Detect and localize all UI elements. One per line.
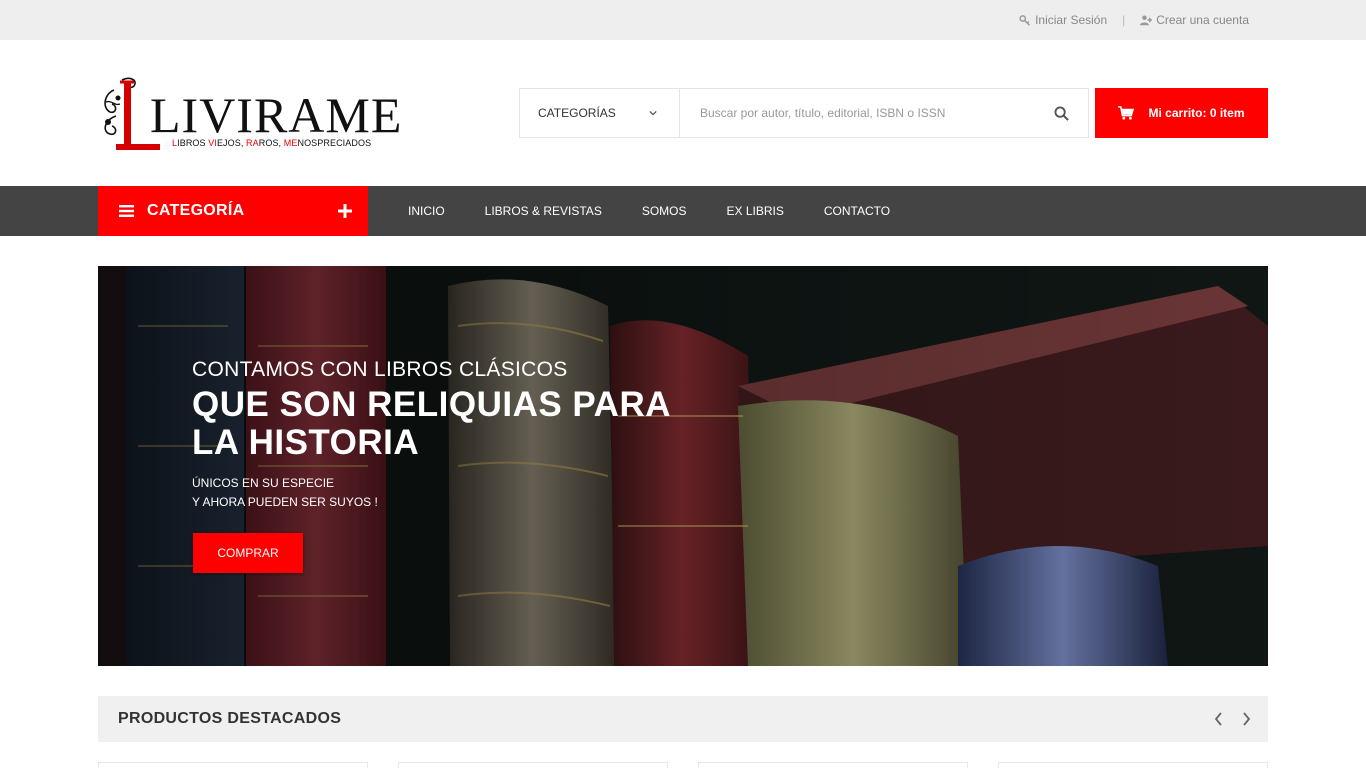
category-dropdown-label: CATEGORÍAS <box>538 106 616 120</box>
user-plus-icon <box>1140 15 1153 26</box>
plus-icon <box>338 204 352 218</box>
logo-wordmark: LIVIRAME <box>150 87 403 143</box>
category-menu-button[interactable]: CATEGORÍA <box>98 186 368 236</box>
nav-item-somos[interactable]: SOMOS <box>622 204 707 218</box>
carousel-next-button[interactable] <box>1238 711 1254 727</box>
product-card[interactable] <box>98 762 368 768</box>
cart-label: Mi carrito: 0 item <box>1148 106 1245 120</box>
login-link[interactable]: Iniciar Sesión <box>1019 13 1107 27</box>
nav-item-libros-revistas[interactable]: LIBROS & REVISTAS <box>465 204 622 218</box>
search-icon <box>1053 105 1069 121</box>
carousel-prev-button[interactable] <box>1210 711 1226 727</box>
product-card[interactable] <box>998 762 1268 768</box>
hero-subtitle: CONTAMOS CON LIBROS CLÁSICOS <box>192 358 568 381</box>
register-link[interactable]: Crear una cuenta <box>1140 13 1249 27</box>
chevron-down-icon <box>649 110 657 116</box>
search-button[interactable] <box>1034 89 1088 137</box>
cart-icon <box>1118 106 1135 120</box>
hero-banner: CONTAMOS CON LIBROS CLÁSICOS QUE SON REL… <box>98 266 1268 666</box>
search-input[interactable] <box>680 89 1034 137</box>
nav-item-inicio[interactable]: INICIO <box>388 204 465 218</box>
search-bar: CATEGORÍAS <box>519 88 1089 138</box>
logo-tagline: LIBROS VIEJOS, RAROS, MENOSPRECIADOS <box>172 138 372 148</box>
product-card[interactable] <box>698 762 968 768</box>
header: LIVIRAME LIBROS VIEJOS, RAROS, MENOSPREC… <box>0 40 1366 186</box>
key-icon <box>1019 15 1031 26</box>
category-menu-label: CATEGORÍA <box>147 202 245 219</box>
nav-item-contacto[interactable]: CONTACTO <box>804 204 910 218</box>
hero-description-line-1: ÚNICOS EN SU ESPECIE <box>192 476 335 490</box>
chevron-right-icon <box>1242 712 1250 726</box>
hero-title: QUE SON RELIQUIAS PARA LA HISTORIA <box>192 385 670 462</box>
category-dropdown[interactable]: CATEGORÍAS <box>520 89 680 137</box>
cart-button[interactable]: Mi carrito: 0 item <box>1095 88 1268 138</box>
featured-products-header: PRODUCTOS DESTACADOS <box>98 696 1268 742</box>
hamburger-icon <box>119 205 134 217</box>
hero-text: CONTAMOS CON LIBROS CLÁSICOS QUE SON REL… <box>192 358 712 512</box>
product-cards <box>98 762 1268 768</box>
divider: | <box>1122 13 1126 27</box>
nav-menu: INICIO LIBROS & REVISTAS SOMOS EX LIBRIS… <box>388 186 910 236</box>
carousel-controls <box>1210 696 1254 742</box>
nav-item-ex-libris[interactable]: EX LIBRIS <box>707 204 804 218</box>
hero-description: ÚNICOS EN SU ESPECIE Y AHORA PUEDEN SER … <box>192 474 712 512</box>
hero-description-line-2: Y AHORA PUEDEN SER SUYOS ! <box>192 495 378 509</box>
top-bar: Iniciar Sesión | Crear una cuenta <box>0 0 1366 40</box>
login-label: Iniciar Sesión <box>1035 13 1108 27</box>
main-nav: CATEGORÍA INICIO LIBROS & REVISTAS SOMOS… <box>0 186 1366 236</box>
section-title: PRODUCTOS DESTACADOS <box>118 710 342 727</box>
account-links: Iniciar Sesión | Crear una cuenta <box>1019 0 1249 40</box>
register-label: Crear una cuenta <box>1156 13 1249 27</box>
chevron-left-icon <box>1214 712 1222 726</box>
site-logo[interactable]: LIVIRAME LIBROS VIEJOS, RAROS, MENOSPREC… <box>100 72 401 154</box>
buy-button[interactable]: COMPRAR <box>193 533 303 573</box>
product-card[interactable] <box>398 762 668 768</box>
